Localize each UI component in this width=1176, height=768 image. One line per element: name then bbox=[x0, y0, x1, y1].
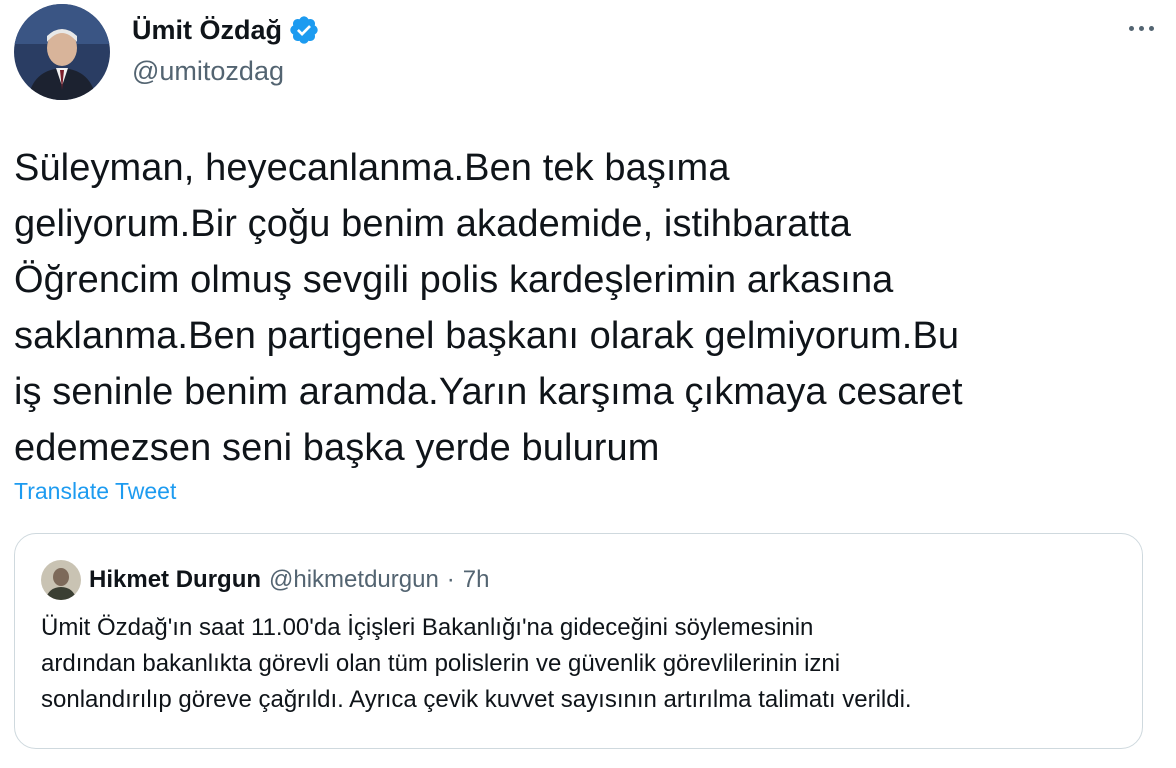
quoted-tweet-header: Hikmet Durgun @hikmetdurgun · 7h bbox=[41, 560, 490, 600]
author-display-name[interactable]: Ümit Özdağ bbox=[132, 15, 282, 46]
quoted-author-handle: @hikmetdurgun bbox=[269, 566, 439, 593]
tweet: Ümit Özdağ @umitozdag Süleyman, heyecanl… bbox=[0, 0, 1176, 768]
quoted-author-name: Hikmet Durgun bbox=[89, 566, 262, 593]
quoted-tweet-text: Ümit Özdağ'ın saat 11.00'da İçişleri Bak… bbox=[41, 614, 912, 713]
quoted-separator: · bbox=[446, 566, 455, 593]
quoted-author-avatar bbox=[41, 560, 81, 600]
verified-badge-icon bbox=[290, 16, 318, 44]
translate-tweet-link[interactable]: Translate Tweet bbox=[14, 478, 176, 505]
tweet-text: Süleyman, heyecanlanma.Ben tek başıma ge… bbox=[14, 147, 963, 469]
more-options-icon[interactable] bbox=[1129, 26, 1154, 31]
author-name-row: Ümit Özdağ bbox=[132, 14, 320, 46]
author-avatar[interactable] bbox=[14, 4, 110, 100]
quoted-tweet-card[interactable]: Hikmet Durgun @hikmetdurgun · 7h Ümit Öz… bbox=[14, 533, 1143, 749]
author-handle[interactable]: @umitozdag bbox=[132, 56, 284, 87]
quoted-timestamp: 7h bbox=[462, 566, 490, 593]
